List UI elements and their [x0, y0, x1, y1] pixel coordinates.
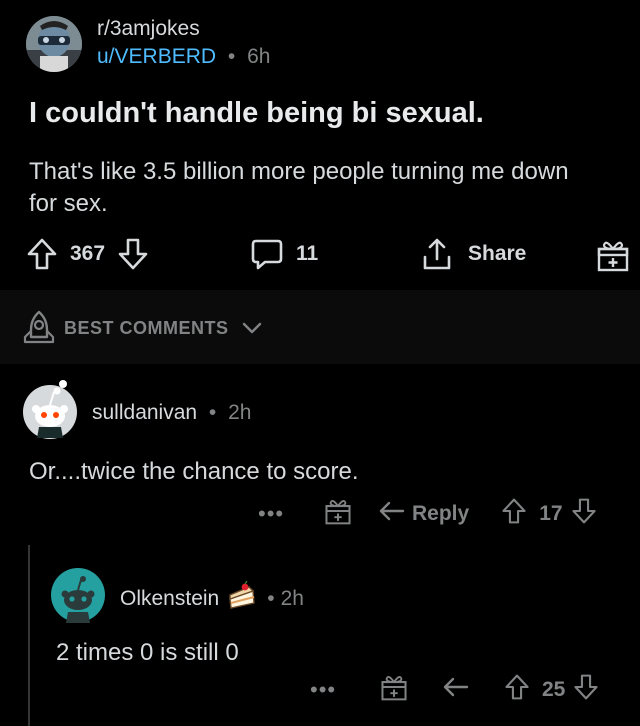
more-options-button[interactable]: ••• [258, 501, 290, 527]
sort-label[interactable]: BEST COMMENTS [64, 318, 229, 339]
comment-icon [250, 237, 284, 271]
post-vote-count: 367 [70, 242, 106, 265]
post-body: That's like 3.5 billion more people turn… [29, 158, 569, 217]
post-author-avatar[interactable] [26, 16, 82, 72]
award-button[interactable] [596, 237, 630, 273]
chevron-down-icon[interactable] [241, 320, 263, 341]
upvote-icon[interactable] [26, 237, 58, 271]
share-icon [421, 237, 453, 271]
gift-icon [596, 237, 630, 273]
gift-icon[interactable] [324, 496, 352, 532]
meta-separator: • [267, 587, 275, 610]
downvote-icon[interactable] [117, 237, 149, 271]
cake-icon [227, 580, 257, 617]
comments-button[interactable]: 11 [250, 237, 318, 271]
downvote-icon[interactable] [571, 497, 597, 531]
post-title: I couldn't handle being bi sexual. [29, 97, 484, 129]
comment-vote-count: 17 [539, 502, 563, 525]
comment-author[interactable]: Olkenstein [120, 587, 219, 611]
more-options-button[interactable]: ••• [310, 677, 342, 703]
comment-avatar[interactable] [21, 380, 79, 439]
comment-text: 2 times 0 is still 0 [56, 639, 239, 666]
comment-meta: Olkenstein • 2h [120, 580, 304, 617]
comment-action-bar: ••• Reply 17 [258, 496, 597, 532]
meta-separator: • [208, 401, 217, 424]
subreddit-name[interactable]: r/3amjokes [97, 17, 200, 41]
reply-icon [378, 499, 406, 529]
comment: sulldanivan • 2h Or....twice the chance … [0, 364, 640, 544]
comment-vote-count: 25 [542, 678, 566, 701]
share-button[interactable]: Share [421, 237, 526, 271]
post-meta: u/VERBERD • 6h [97, 45, 270, 69]
comment-age: 2h [280, 587, 304, 610]
comment-text: Or....twice the chance to score. [29, 458, 359, 485]
rocket-icon [22, 310, 56, 349]
upvote-icon[interactable] [501, 497, 527, 531]
post-vote-group: 367 [26, 237, 149, 271]
upvote-icon[interactable] [504, 673, 530, 707]
reply-icon[interactable] [442, 675, 470, 705]
comment-age: 2h [228, 401, 252, 424]
comment-action-bar: ••• 25 [310, 672, 599, 708]
comment-avatar[interactable] [50, 567, 106, 623]
comment-count: 11 [296, 242, 319, 265]
reply-button[interactable]: Reply [378, 499, 469, 529]
gift-icon[interactable] [380, 672, 408, 708]
share-label: Share [468, 242, 527, 265]
post-author-name[interactable]: u/VERBERD [97, 45, 216, 68]
reply-label: Reply [412, 502, 470, 525]
post-action-bar: 367 11 Share [0, 233, 640, 277]
comment-meta: sulldanivan • 2h [92, 401, 251, 425]
post-card: r/3amjokes u/VERBERD • 6h I couldn't han… [0, 0, 640, 290]
downvote-icon[interactable] [573, 673, 599, 707]
comment-author[interactable]: sulldanivan [92, 401, 197, 424]
comment-sort-bar[interactable]: BEST COMMENTS [0, 290, 640, 364]
post-age: 6h [247, 45, 271, 68]
meta-separator: • [227, 45, 236, 68]
comment: Olkenstein • 2h 2 times 0 is still 0 •••… [0, 545, 640, 726]
